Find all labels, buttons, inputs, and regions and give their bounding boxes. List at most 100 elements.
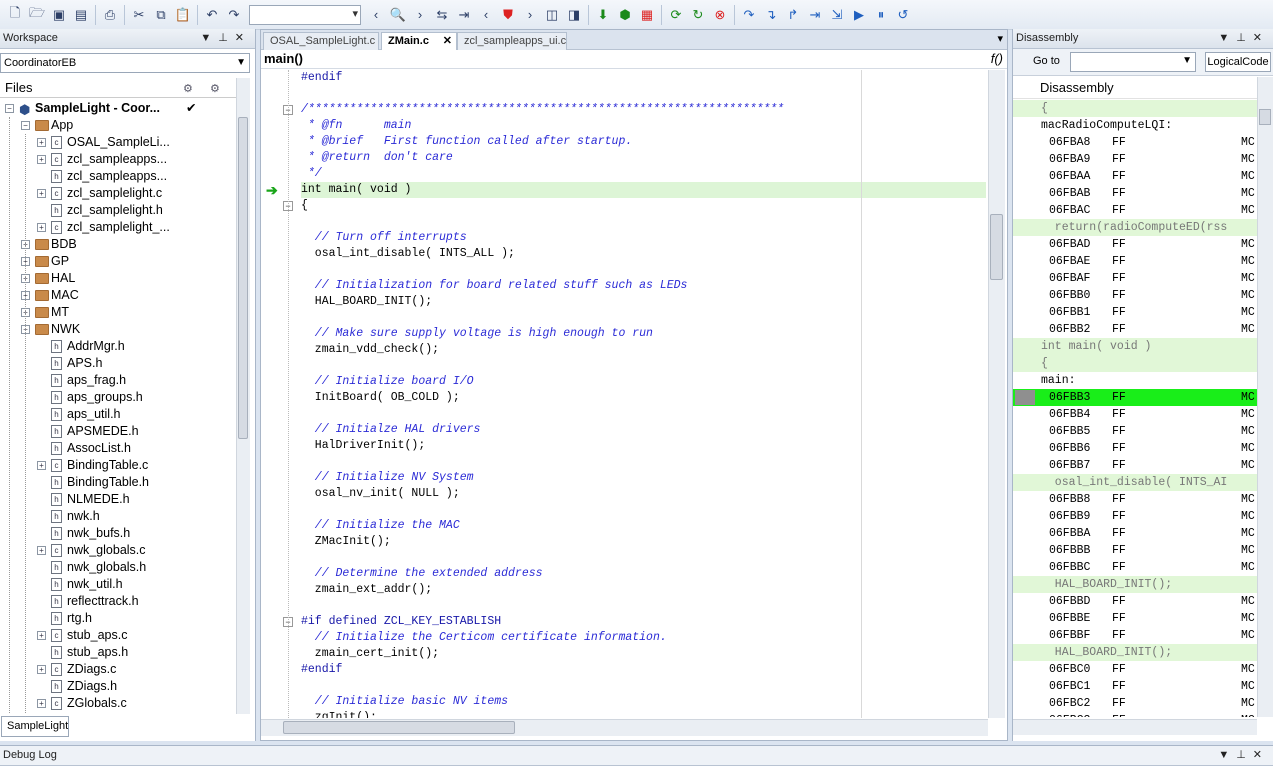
horizontal-scrollbar[interactable] — [1013, 719, 1257, 735]
tree-item[interactable]: − ⬢ SampleLight - Coor... ✔ — [0, 100, 236, 117]
download-and-debug-icon[interactable]: ⟳ — [665, 4, 687, 26]
instruction-row[interactable]: 06FBC1 FF MC — [1013, 678, 1257, 695]
expand-icon[interactable]: + — [37, 546, 46, 555]
instruction-row[interactable]: 06FBBD FF MC — [1013, 593, 1257, 610]
instruction-row[interactable]: 06FBB1 FF MC — [1013, 304, 1257, 321]
tree-item[interactable]: + BDB — [0, 236, 236, 253]
instruction-row[interactable]: 06FBBF FF MC — [1013, 627, 1257, 644]
configuration-select[interactable]: CoordinatorEB ▼ — [0, 53, 250, 73]
tree-item[interactable]: + c nwk_globals.c — [0, 542, 236, 559]
tree-item[interactable]: + c stub_aps.c — [0, 627, 236, 644]
tree-item[interactable]: h zcl_sampleapps... — [0, 168, 236, 185]
code-line[interactable]: * @return don't care — [301, 150, 986, 166]
scrollbar-thumb[interactable] — [283, 721, 515, 734]
instruction-row[interactable]: 06FBB4 FF MC — [1013, 406, 1257, 423]
code-line[interactable]: int main( void ) — [301, 182, 986, 198]
chevron-down-icon[interactable]: ▼ — [1182, 55, 1192, 66]
save-all-icon[interactable]: ▤ — [70, 4, 92, 26]
instruction-row[interactable]: 06FBAB FF MC — [1013, 185, 1257, 202]
step-into-icon[interactable]: ↴ — [760, 4, 782, 26]
tree-item[interactable]: h aps_frag.h — [0, 372, 236, 389]
tree-item[interactable]: + HAL — [0, 270, 236, 287]
debug-without-download-icon[interactable]: ↻ — [687, 4, 709, 26]
tree-item[interactable]: h ZDiags.h — [0, 678, 236, 695]
tree-item[interactable]: h nwk_bufs.h — [0, 525, 236, 542]
instruction-row[interactable]: 06FBC2 FF MC — [1013, 695, 1257, 712]
tree-item[interactable]: + c zcl_samplelight_... — [0, 219, 236, 236]
navigate-back-icon[interactable]: ‹ — [365, 4, 387, 26]
compile-icon[interactable]: ⬇ — [592, 4, 614, 26]
navigate-forward-icon[interactable]: › — [409, 4, 431, 26]
tree-item[interactable]: + c BindingTable.c — [0, 457, 236, 474]
new-file-icon[interactable]: 🗋 — [4, 4, 26, 26]
code-line[interactable]: // Initialize NV System — [301, 470, 986, 486]
tree-item[interactable]: h nwk_globals.h — [0, 559, 236, 576]
tree-item[interactable]: h APSMEDE.h — [0, 423, 236, 440]
source-line[interactable]: return(radioComputeED(rss — [1013, 219, 1257, 236]
source-line[interactable]: HAL_BOARD_INIT(); — [1013, 644, 1257, 661]
undo-icon[interactable]: ↶ — [201, 4, 223, 26]
instruction-row[interactable]: 06FBB0 FF MC — [1013, 287, 1257, 304]
expand-icon[interactable]: + — [37, 631, 46, 640]
code-line[interactable] — [301, 86, 986, 102]
source-line[interactable]: osal_int_disable( INTS_AI — [1013, 474, 1257, 491]
expand-icon[interactable]: + — [37, 461, 46, 470]
instruction-row[interactable]: 06FBBB FF MC — [1013, 542, 1257, 559]
pane-controls[interactable]: ▼⊥✕ — [1218, 746, 1269, 765]
tree-item[interactable]: h stub_aps.h — [0, 644, 236, 661]
code-line[interactable]: // Initialze HAL drivers — [301, 422, 986, 438]
code-line[interactable]: #endif — [301, 662, 986, 678]
code-line[interactable]: osal_int_disable( INTS_ALL ); — [301, 246, 986, 262]
instruction-row[interactable]: 06FBAE FF MC — [1013, 253, 1257, 270]
expand-icon[interactable]: + — [37, 138, 46, 147]
tab-zmain[interactable]: ZMain.c ✕ — [381, 32, 457, 50]
instruction-row[interactable]: 06FBB8 FF MC — [1013, 491, 1257, 508]
tree-item[interactable]: h AssocList.h — [0, 440, 236, 457]
code-line[interactable]: zgInit(); — [301, 710, 986, 718]
code-line[interactable] — [301, 678, 986, 694]
toggle-bookmark-icon[interactable]: ⇥ — [453, 4, 475, 26]
tree-item[interactable]: + c ZGlobals.c — [0, 695, 236, 712]
instruction-row[interactable]: 06FBC0 FF MC — [1013, 661, 1257, 678]
expand-icon[interactable]: + — [37, 699, 46, 708]
code-line[interactable]: HalDriverInit(); — [301, 438, 986, 454]
save-icon[interactable]: ▣ — [48, 4, 70, 26]
source-line[interactable]: { — [1013, 355, 1257, 372]
code-line[interactable]: #if defined ZCL_KEY_ESTABLISH — [301, 614, 986, 630]
code-line[interactable] — [301, 406, 986, 422]
tree-item[interactable]: h APS.h — [0, 355, 236, 372]
print-icon[interactable]: ⎙ — [99, 4, 121, 26]
expand-icon[interactable]: + — [37, 665, 46, 674]
instruction-row[interactable]: 06FBA9 FF MC — [1013, 151, 1257, 168]
close-icon[interactable]: ✕ — [443, 33, 452, 50]
scrollbar-thumb[interactable] — [990, 214, 1003, 280]
paste-icon[interactable]: 📋 — [172, 4, 194, 26]
tree-item[interactable]: + c zcl_sampleapps... — [0, 151, 236, 168]
tree-item[interactable]: + c ZDiags.c — [0, 661, 236, 678]
instruction-row[interactable]: 06FBB5 FF MC — [1013, 423, 1257, 440]
open-file-icon[interactable]: 🗁 — [26, 4, 48, 26]
tree-item[interactable]: + MAC — [0, 287, 236, 304]
tab-zcl-sampleapps-ui[interactable]: zcl_sampleapps_ui.c — [457, 32, 567, 50]
function-navigator[interactable]: main() f() — [261, 50, 1007, 69]
next-statement-icon[interactable]: ⇥ — [804, 4, 826, 26]
tab-list-icon[interactable]: ▾ — [997, 32, 1003, 45]
code-line[interactable]: osal_nv_init( NULL ); — [301, 486, 986, 502]
scrollbar-thumb[interactable] — [238, 117, 248, 439]
tree-item[interactable]: h rtg.h — [0, 610, 236, 627]
code-line[interactable]: // Turn off interrupts — [301, 230, 986, 246]
instruction-row[interactable]: 06FBB2 FF MC — [1013, 321, 1257, 338]
tree-item[interactable]: h aps_groups.h — [0, 389, 236, 406]
code-line[interactable]: zmain_ext_addr(); — [301, 582, 986, 598]
previous-icon[interactable]: ‹ — [475, 4, 497, 26]
code-line[interactable]: /***************************************… — [301, 102, 986, 118]
step-out-icon[interactable]: ↱ — [782, 4, 804, 26]
code-line[interactable]: * @brief First function called after sta… — [301, 134, 986, 150]
disassembly-list[interactable]: {macRadioComputeLQI: 06FBA8 FF MC 06FBA9 FF MC… — [1013, 100, 1257, 717]
code-line[interactable]: #endif — [301, 70, 986, 86]
collapse-icon[interactable]: − — [5, 104, 14, 113]
code-area[interactable]: #endif /*********************************… — [301, 70, 986, 718]
code-line[interactable] — [301, 358, 986, 374]
tree-item[interactable]: h zcl_samplelight.h — [0, 202, 236, 219]
expand-icon[interactable]: + — [37, 223, 46, 232]
